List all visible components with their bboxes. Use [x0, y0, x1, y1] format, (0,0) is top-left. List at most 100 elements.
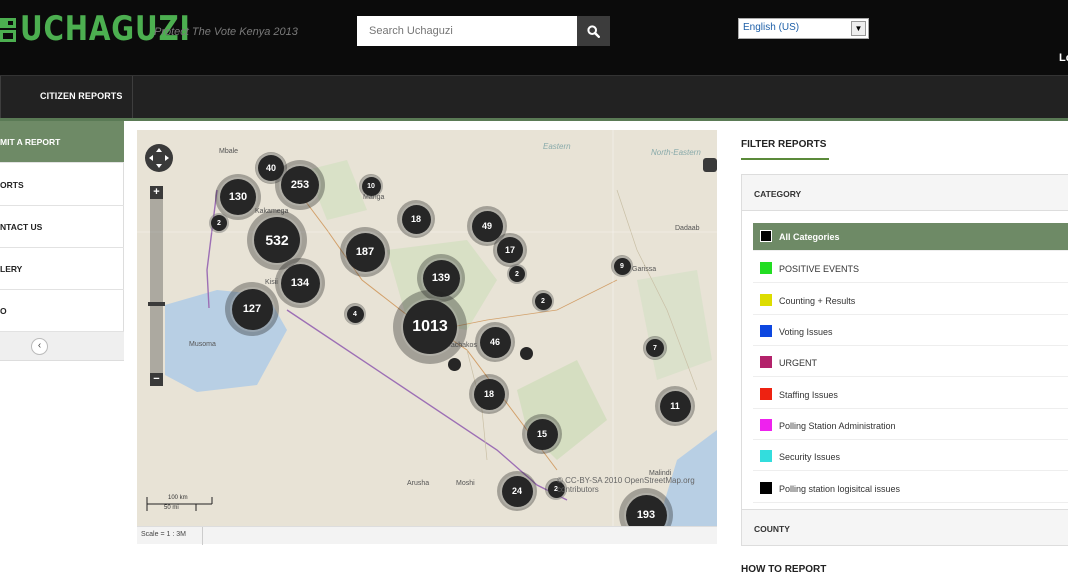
- report-marker[interactable]: [448, 358, 461, 371]
- footer-divider: [202, 527, 203, 545]
- category-urgent[interactable]: URGENT: [753, 349, 1068, 377]
- dropdown-arrow-icon: ▼: [851, 21, 866, 36]
- category-polling-logistical[interactable]: Polling station logisitcal issues: [753, 475, 1068, 503]
- report-cluster[interactable]: 187: [340, 227, 390, 277]
- chevron-left-icon[interactable]: ‹: [31, 338, 48, 355]
- report-cluster[interactable]: 46: [475, 322, 515, 362]
- category-label: Security Issues: [779, 452, 841, 462]
- sidebar-item-gallery[interactable]: LERY: [0, 248, 124, 290]
- category-label: Counting + Results: [779, 296, 856, 306]
- login-link[interactable]: Lo: [1059, 52, 1068, 64]
- sidebar-item-reports[interactable]: ORTS: [0, 164, 124, 206]
- report-cluster[interactable]: 11: [655, 386, 695, 426]
- report-cluster[interactable]: 253: [275, 160, 325, 210]
- app-root: UCHAGUZI Protect The Vote Kenya 2013 Eng…: [0, 0, 1068, 580]
- report-cluster[interactable]: 7: [643, 336, 667, 360]
- reports-map[interactable]: Mbale Kakamega Manga Kisii Musoma Machak…: [137, 130, 717, 526]
- zoom-slider-handle[interactable]: [148, 302, 165, 306]
- category-polling-station-admin[interactable]: Polling Station Administration: [753, 412, 1068, 440]
- sidebar-item-label: NTACT US: [0, 222, 43, 232]
- category-swatch: [760, 294, 772, 306]
- nav-divider: [132, 76, 133, 119]
- sidebar-item-submit-report[interactable]: MIT A REPORT: [0, 121, 124, 163]
- map-attribution: © CC-BY-SA 2010 OpenStreetMap.org contri…: [557, 476, 695, 494]
- category-heading: CATEGORY: [754, 189, 802, 199]
- map-scale-line: 100 km 50 mi: [146, 495, 213, 513]
- nav-citizen-reports[interactable]: CITIZEN REPORTS: [40, 91, 123, 101]
- report-cluster[interactable]: 127: [225, 282, 279, 336]
- map-label-north-eastern: North-Eastern: [651, 148, 701, 157]
- zoom-out-button[interactable]: −: [150, 373, 163, 386]
- map-label-moshi: Moshi: [456, 480, 475, 487]
- search-button[interactable]: [577, 16, 610, 46]
- language-select[interactable]: English (US) ▼: [738, 18, 869, 39]
- category-list: All Categories POSITIVE EVENTS Counting …: [741, 211, 1068, 509]
- report-cluster[interactable]: 17: [493, 233, 527, 267]
- zoom-in-button[interactable]: +: [150, 186, 163, 199]
- report-cluster[interactable]: 2: [507, 264, 527, 284]
- sidebar-item-label: MIT A REPORT: [0, 137, 61, 147]
- logo-mark-icon: [0, 14, 18, 44]
- report-cluster[interactable]: 1013: [393, 290, 467, 364]
- main-nav: CITIZEN REPORTS: [0, 75, 1068, 119]
- nav-accent-line: [0, 118, 1068, 121]
- filter-title-underline: [741, 158, 829, 160]
- map-label-arusha: Arusha: [407, 480, 430, 487]
- category-swatch: [760, 482, 772, 494]
- category-staffing-issues[interactable]: Staffing Issues: [753, 381, 1068, 409]
- category-all[interactable]: All Categories: [753, 223, 1068, 251]
- category-swatch: [760, 450, 772, 462]
- category-label: All Categories: [779, 232, 840, 242]
- category-label: URGENT: [779, 358, 817, 368]
- report-cluster[interactable]: 24: [497, 471, 537, 511]
- report-cluster[interactable]: 2: [209, 213, 229, 233]
- sidebar-item-info[interactable]: O: [0, 290, 124, 332]
- site-tagline: Protect The Vote Kenya 2013: [154, 26, 298, 38]
- category-security-issues[interactable]: Security Issues: [753, 443, 1068, 471]
- report-cluster[interactable]: 4: [344, 303, 366, 325]
- map-label-musoma: Musoma: [189, 341, 216, 348]
- search-input[interactable]: [357, 16, 577, 46]
- category-swatch: [760, 388, 772, 400]
- report-cluster[interactable]: 10: [359, 174, 383, 198]
- sidebar-item-contact-us[interactable]: NTACT US: [0, 206, 124, 248]
- map-label-garissa: Garissa: [632, 266, 657, 273]
- county-heading: COUNTY: [754, 524, 790, 534]
- sidebar-collapse-bar: ‹: [0, 332, 124, 361]
- sidebar-item-label: LERY: [0, 264, 23, 274]
- sidebar-item-label: ORTS: [0, 180, 24, 190]
- pan-arrows-icon: [149, 148, 169, 168]
- category-positive-events[interactable]: POSITIVE EVENTS: [753, 255, 1068, 283]
- map-pan-control[interactable]: [145, 144, 173, 172]
- site-header: UCHAGUZI Protect The Vote Kenya 2013 Eng…: [0, 0, 1068, 75]
- report-cluster[interactable]: 18: [469, 374, 509, 414]
- report-cluster[interactable]: 18: [397, 200, 435, 238]
- report-cluster[interactable]: 2: [532, 290, 554, 312]
- county-section-header[interactable]: COUNTY: [741, 509, 1068, 546]
- category-section-header[interactable]: CATEGORY: [741, 174, 1068, 211]
- nav-divider: [0, 76, 1, 119]
- category-swatch: [760, 230, 772, 242]
- report-marker[interactable]: [520, 347, 533, 360]
- category-label: POSITIVE EVENTS: [779, 264, 860, 274]
- filter-reports-title: FILTER REPORTS: [741, 139, 827, 150]
- report-cluster[interactable]: 15: [522, 414, 562, 454]
- map-label-eastern: Eastern: [543, 142, 571, 151]
- map-label-dadaab: Dadaab: [675, 225, 700, 232]
- category-counting-results[interactable]: Counting + Results: [753, 287, 1068, 315]
- sidebar: MIT A REPORT ORTS NTACT US LERY O ‹: [0, 121, 124, 361]
- zoom-slider-track[interactable]: [150, 186, 163, 386]
- category-swatch: [760, 419, 772, 431]
- search-icon: [587, 24, 600, 38]
- report-cluster[interactable]: 9: [611, 255, 633, 277]
- map-scale-text: Scale = 1 : 3M: [141, 531, 186, 538]
- how-to-report-heading: HOW TO REPORT: [741, 564, 827, 575]
- layer-switcher-icon[interactable]: [703, 158, 717, 172]
- category-swatch: [760, 262, 772, 274]
- scale-mi-label: 50 mi: [164, 505, 179, 511]
- category-voting-issues[interactable]: Voting Issues: [753, 318, 1068, 346]
- report-cluster[interactable]: 134: [275, 258, 325, 308]
- category-label: Voting Issues: [779, 327, 833, 337]
- map-label-mbale: Mbale: [219, 148, 239, 155]
- language-selected: English (US): [743, 22, 800, 33]
